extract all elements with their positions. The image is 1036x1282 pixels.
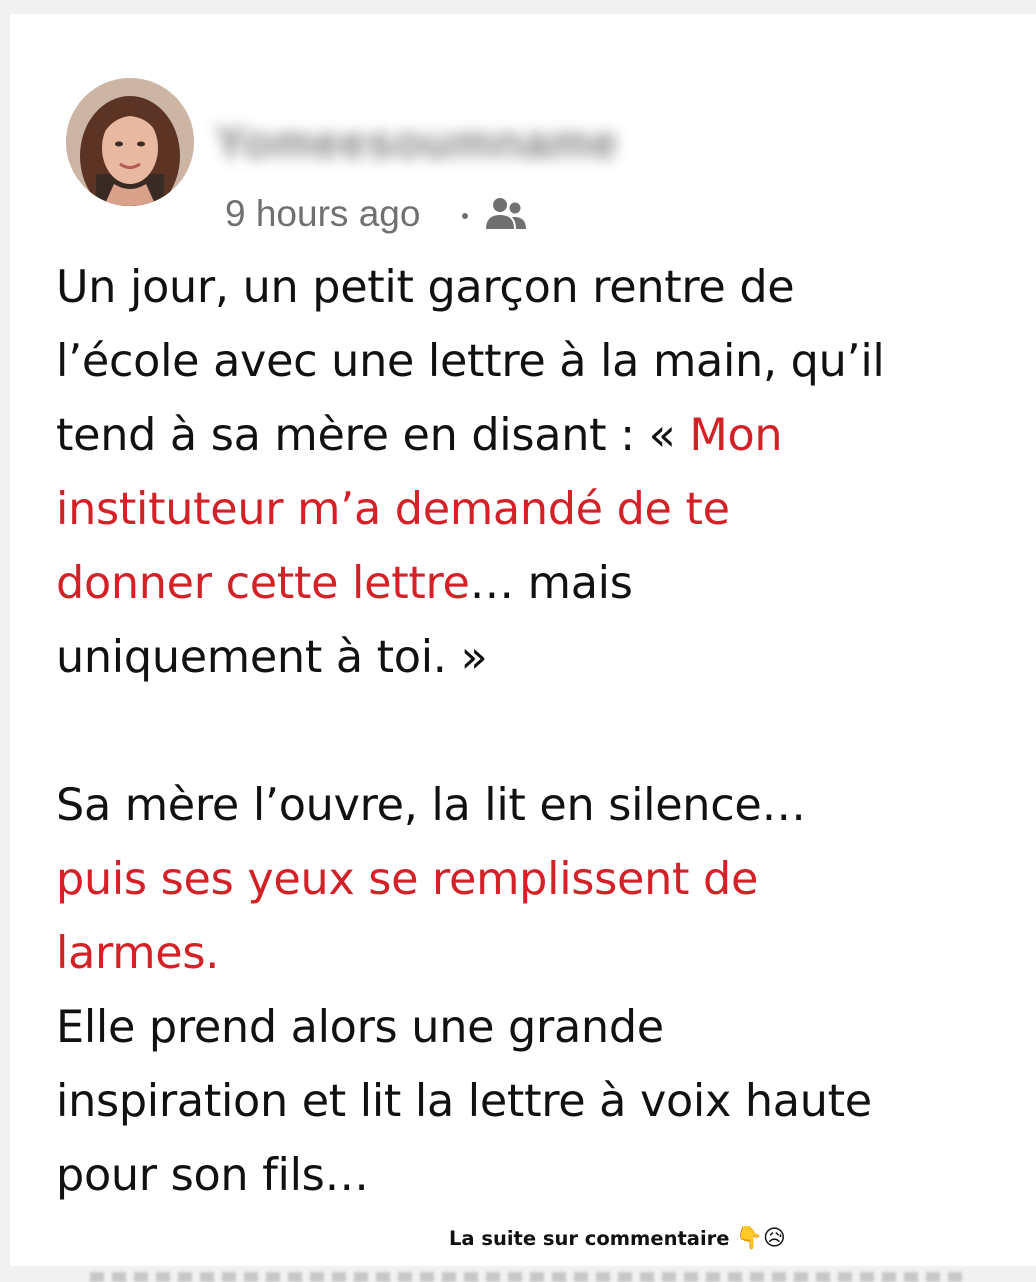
post-text-line: donner cette lettre… mais <box>56 547 1031 621</box>
author-avatar[interactable] <box>66 78 194 206</box>
author-name-text: Yomeesoumname <box>215 116 619 168</box>
post-text-line: Elle prend alors une grande <box>56 991 1031 1065</box>
friends-icon[interactable] <box>482 195 528 233</box>
post-text: Sa mère l’ouvre, la lit en silence… <box>56 780 806 831</box>
post-text-line: inspiration et lit la lettre à voix haut… <box>56 1065 1031 1139</box>
post-text-line: larmes. <box>56 917 1031 991</box>
post-text-line: instituteur m’a demandé de te <box>56 473 1031 547</box>
post-text: l’école avec une lettre à la main, qu’il <box>56 336 885 387</box>
post-body: Un jour, un petit garçon rentre de l’écol… <box>56 251 1031 1213</box>
post-text-line: Sa mère l’ouvre, la lit en silence… <box>56 769 1031 843</box>
post-text: Elle prend alors une grande <box>56 1002 664 1053</box>
author-name[interactable]: Yomeesoumname <box>215 115 635 168</box>
post-text-line: pour son fils… <box>56 1139 1031 1213</box>
post-text-line: tend à sa mère en disant : « Mon <box>56 399 1031 473</box>
highlighted-text: donner cette lettre <box>56 558 470 609</box>
post-text: tend à sa mère en disant : « <box>56 410 690 461</box>
post-text-line: puis ses yeux se remplissent de <box>56 843 1031 917</box>
highlighted-text: larmes. <box>56 928 220 979</box>
post-timestamp[interactable]: 9 hours ago <box>225 193 420 235</box>
post-text-line: Un jour, un petit garçon rentre de <box>56 251 1031 325</box>
post-text: inspiration et lit la lettre à voix haut… <box>56 1076 872 1127</box>
footer-caption: La suite sur commentaire 👇😥 <box>449 1226 786 1251</box>
pointing-down-sad-emoji-icon: 👇😥 <box>735 1226 786 1251</box>
cropped-text-remnant <box>90 1272 970 1282</box>
separator-dot <box>462 213 469 219</box>
post-text: pour son fils… <box>56 1150 369 1201</box>
footer-caption-text: La suite sur commentaire <box>449 1227 730 1250</box>
post-text-line: uniquement à toi. » <box>56 621 1031 695</box>
post-text: Un jour, un petit garçon rentre de <box>56 262 795 313</box>
avatar-photo-icon <box>66 78 194 206</box>
post-meta: 9 hours ago <box>225 193 528 235</box>
post-text: uniquement à toi. » <box>56 632 488 683</box>
post-text-line: l’école avec une lettre à la main, qu’il <box>56 325 1031 399</box>
post-text: … mais <box>469 558 633 609</box>
highlighted-text: instituteur m’a demandé de te <box>56 484 730 535</box>
highlighted-text: Mon <box>689 410 783 461</box>
highlighted-text: puis ses yeux se remplissent de <box>56 854 759 905</box>
